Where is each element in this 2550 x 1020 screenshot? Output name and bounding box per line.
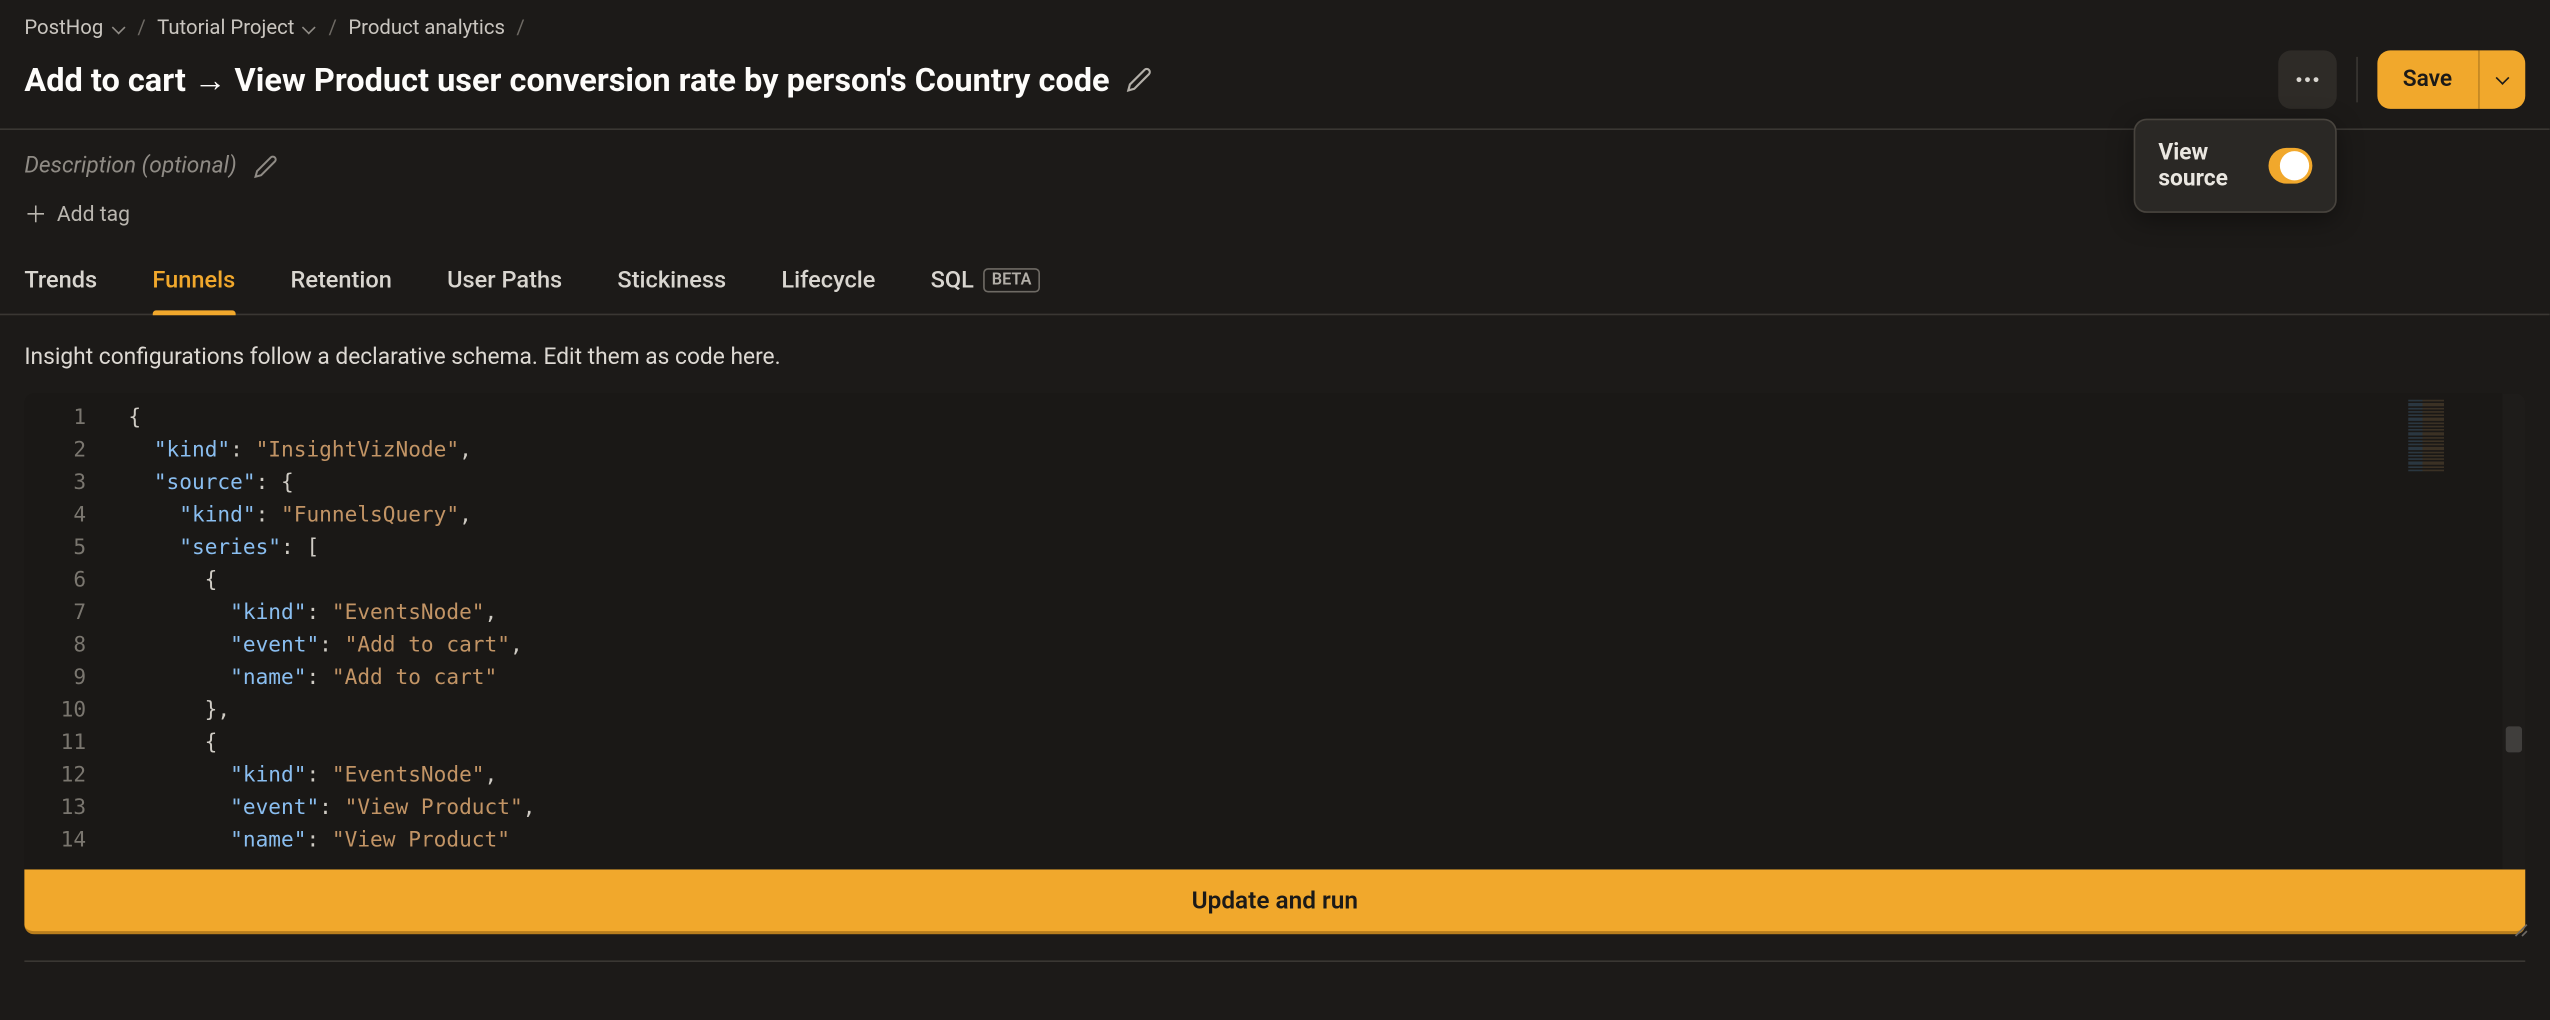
line-number: 9	[24, 663, 115, 696]
view-source-popover: View source	[2134, 119, 2337, 213]
save-button[interactable]: Save	[2377, 50, 2526, 109]
tab-label: Lifecycle	[781, 267, 875, 295]
edit-icon[interactable]	[1126, 67, 1152, 93]
breadcrumb-item-posthog[interactable]: PostHog	[24, 16, 126, 40]
code-line: "kind": "EventsNode",	[128, 761, 2525, 794]
beta-badge: BETA	[984, 268, 1040, 292]
title-row: Add to cart → View Product user conversi…	[24, 50, 2525, 128]
code-line: "name": "Add to cart"	[128, 663, 2525, 696]
code-line: "event": "Add to cart",	[128, 631, 2525, 664]
chevron-down-icon	[301, 20, 317, 36]
scrollbar-thumb[interactable]	[2506, 726, 2522, 752]
vertical-scrollbar[interactable]	[2503, 393, 2526, 869]
save-button-label: Save	[2377, 50, 2478, 109]
code-line: "kind": "EventsNode",	[128, 598, 2525, 631]
line-number: 11	[24, 728, 115, 761]
schema-heading: Insight configurations follow a declarat…	[0, 315, 2550, 393]
editor-area: 1234567891011121314 { "kind": "InsightVi…	[0, 393, 2550, 960]
view-source-toggle[interactable]	[2269, 148, 2312, 184]
line-number: 13	[24, 793, 115, 826]
page-title: Add to cart → View Product user conversi…	[24, 59, 1109, 100]
tabs: Trends Funnels Retention User Paths Stickine…	[0, 231, 2550, 316]
tab-funnels[interactable]: Funnels	[152, 267, 235, 314]
code-line: "name": "View Product"	[128, 826, 2525, 859]
tab-retention[interactable]: Retention	[290, 267, 391, 314]
code-line: "kind": "InsightVizNode",	[128, 436, 2525, 469]
breadcrumb-separator: /	[137, 16, 145, 40]
breadcrumb-label: Product analytics	[348, 16, 505, 40]
update-and-run-button[interactable]: Update and run	[24, 869, 2525, 934]
line-number: 2	[24, 436, 115, 469]
tab-stickiness[interactable]: Stickiness	[617, 267, 726, 314]
minimap[interactable]	[2408, 400, 2444, 472]
tab-label: Trends	[24, 267, 97, 295]
tab-label: Stickiness	[617, 267, 726, 295]
code-line: {	[128, 728, 2525, 761]
code-line: {	[128, 566, 2525, 599]
line-number: 7	[24, 598, 115, 631]
breadcrumb-separator: /	[516, 16, 524, 40]
line-number: 8	[24, 631, 115, 664]
chevron-down-icon	[110, 20, 126, 36]
line-number: 4	[24, 501, 115, 534]
resize-handle-icon[interactable]	[2509, 918, 2529, 938]
tab-sql[interactable]: SQL BETA	[931, 267, 1040, 314]
line-number: 14	[24, 826, 115, 859]
tab-trends[interactable]: Trends	[24, 267, 97, 314]
code-line: "series": [	[128, 533, 2525, 566]
code-line: {	[128, 403, 2525, 436]
line-number: 10	[24, 696, 115, 729]
tab-label: Retention	[290, 267, 391, 295]
breadcrumb: PostHog / Tutorial Project / Product ana…	[24, 16, 2525, 40]
view-source-label: View source	[2158, 140, 2246, 192]
code-editor[interactable]: 1234567891011121314 { "kind": "InsightVi…	[24, 393, 2525, 869]
plus-icon: ＋	[24, 198, 47, 231]
description-placeholder: Description (optional)	[24, 153, 236, 179]
tab-lifecycle[interactable]: Lifecycle	[781, 267, 875, 314]
tab-user-paths[interactable]: User Paths	[447, 267, 562, 314]
breadcrumb-item-project[interactable]: Tutorial Project	[157, 16, 317, 40]
breadcrumb-label: Tutorial Project	[157, 16, 294, 40]
add-tag-button[interactable]: ＋ Add tag	[24, 198, 130, 231]
add-tag-label: Add tag	[57, 202, 130, 226]
more-horizontal-icon	[2292, 65, 2321, 94]
breadcrumb-label: PostHog	[24, 16, 103, 40]
separator	[2356, 57, 2358, 103]
code-line: "kind": "FunnelsQuery",	[128, 501, 2525, 534]
save-button-dropdown[interactable]	[2478, 50, 2525, 109]
section-divider	[24, 960, 2525, 962]
edit-icon[interactable]	[253, 154, 277, 178]
line-number: 3	[24, 468, 115, 501]
chevron-down-icon	[2494, 72, 2510, 88]
line-number: 5	[24, 533, 115, 566]
breadcrumb-item-analytics[interactable]: Product analytics	[348, 16, 505, 40]
line-number: 1	[24, 403, 115, 436]
line-number: 12	[24, 761, 115, 794]
code-line: "event": "View Product",	[128, 793, 2525, 826]
code-content[interactable]: { "kind": "InsightVizNode", "source": { …	[115, 393, 2525, 869]
code-line: "source": {	[128, 468, 2525, 501]
breadcrumb-separator: /	[329, 16, 337, 40]
header: PostHog / Tutorial Project / Product ana…	[0, 0, 2550, 130]
tab-label: SQL	[931, 267, 974, 295]
tab-label: Funnels	[152, 267, 235, 295]
tab-label: User Paths	[447, 267, 562, 295]
line-gutter: 1234567891011121314	[24, 393, 115, 869]
line-number: 6	[24, 566, 115, 599]
code-line: },	[128, 696, 2525, 729]
more-button[interactable]	[2278, 50, 2337, 109]
